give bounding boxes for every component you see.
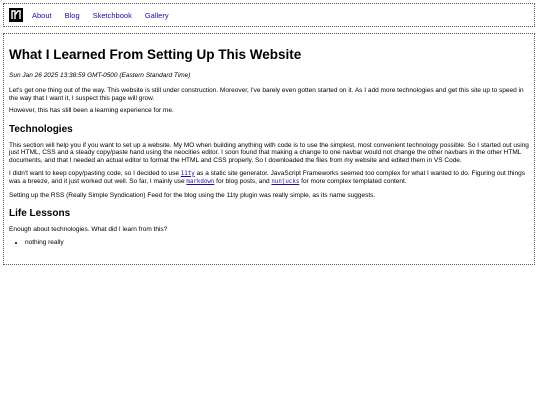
post-content: What I Learned From Setting Up This Webs… [3, 33, 535, 265]
post-title: What I Learned From Setting Up This Webs… [9, 47, 302, 62]
text-segment: I didn't want to keep copy/pasting code,… [9, 169, 181, 177]
nav-link-blog[interactable]: Blog [65, 11, 80, 20]
intro-paragraph-2: However, this has still been a learning … [9, 107, 174, 115]
post-date: Sun Jan 26 2025 13:38:59 GMT-0500 (Easte… [9, 72, 191, 79]
code-markdown: markdown [186, 179, 215, 186]
intro-paragraph-1: Let's get one thing out of the way. This… [9, 87, 524, 102]
nav-link-about[interactable]: About [32, 11, 52, 20]
site-logo-icon[interactable] [9, 8, 23, 22]
code-11ty: 11ty [180, 170, 195, 177]
link-nunjucks[interactable]: nunjucks [271, 178, 299, 185]
life-lessons-heading: Life Lessons [9, 208, 71, 220]
technologies-paragraph-3: Setting up the RSS (Really Simple Syndic… [9, 191, 376, 199]
text-segment: for more complex templated content. [299, 178, 407, 186]
list-item: nothing really [25, 239, 529, 247]
life-lessons-paragraph: Enough about technologies. What did I le… [9, 226, 168, 234]
technologies-heading: Technologies [9, 123, 73, 135]
nav-link-sketchbook[interactable]: Sketchbook [93, 11, 132, 20]
nav-link-gallery[interactable]: Gallery [145, 11, 169, 20]
code-nunjucks: nunjucks [271, 179, 300, 186]
technologies-paragraph-2: I didn't want to keep copy/pasting code,… [9, 170, 529, 187]
technologies-paragraph-1: This section will help you if you want t… [9, 141, 529, 164]
life-lessons-list: nothing really [9, 239, 529, 247]
link-markdown[interactable]: markdown [186, 178, 214, 185]
text-segment: for blog posts, and [214, 178, 272, 186]
top-navbar: About Blog Sketchbook Gallery [3, 3, 535, 27]
link-11ty[interactable]: 11ty [181, 170, 195, 177]
